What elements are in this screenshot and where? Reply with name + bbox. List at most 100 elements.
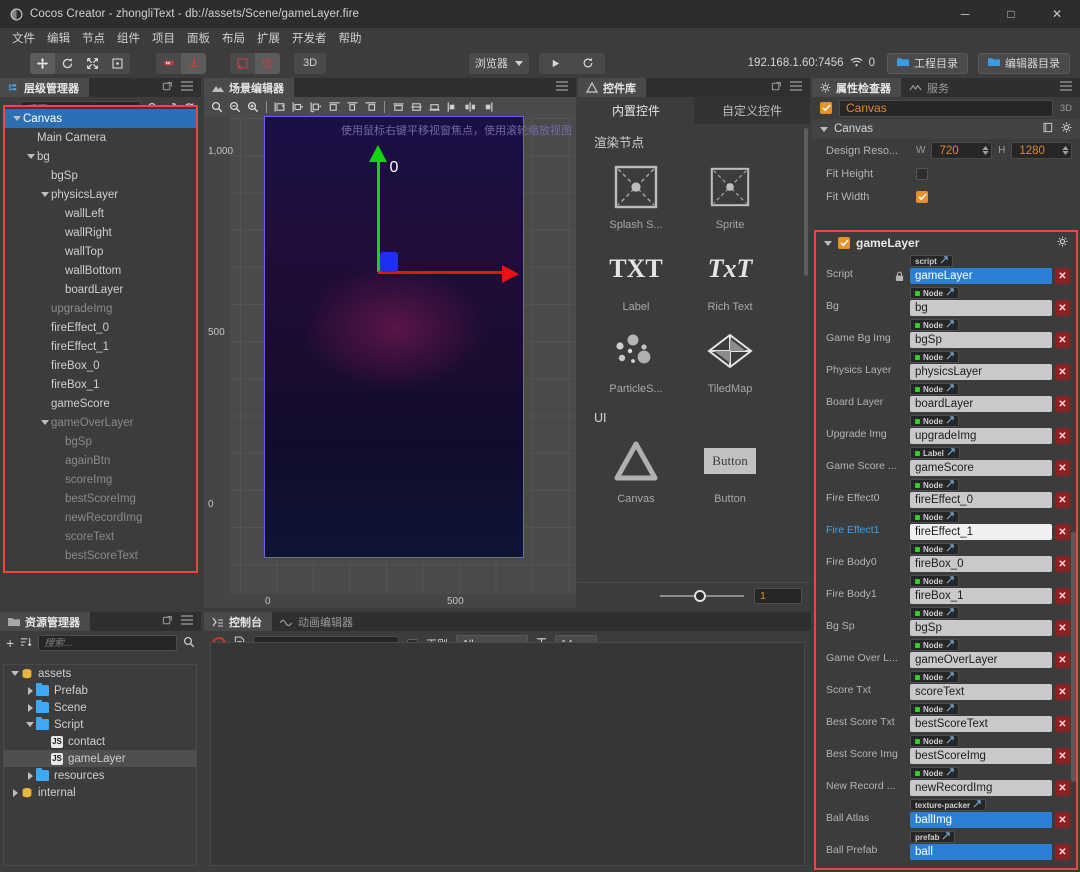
hierarchy-node-fireEffect_1[interactable]: fireEffect_1 [5, 337, 196, 356]
scale-tool-icon[interactable] [80, 53, 105, 74]
property-value[interactable]: bestScoreImg [910, 748, 1052, 764]
clear-property-icon[interactable]: ✕ [1055, 652, 1070, 668]
widget-tiledmap[interactable]: TiledMap [696, 325, 764, 395]
property-value[interactable]: boardLayer [910, 396, 1052, 412]
widget-zoom-slider[interactable] [660, 595, 744, 597]
open-asset-icon[interactable] [946, 736, 954, 746]
widget-splash-sprite[interactable]: Splash S... [602, 161, 670, 231]
chevron-down-icon[interactable] [39, 192, 51, 197]
node-gizmo-icon[interactable] [230, 53, 255, 74]
fit-width-checkbox[interactable] [916, 191, 928, 203]
clear-property-icon[interactable]: ✕ [1055, 428, 1070, 444]
hierarchy-node-fireBox_1[interactable]: fireBox_1 [5, 375, 196, 394]
clear-property-icon[interactable]: ✕ [1055, 524, 1070, 540]
property-value[interactable]: ballImg [910, 812, 1052, 828]
clear-property-icon[interactable]: ✕ [1055, 300, 1070, 316]
hierarchy-node-scoreImg[interactable]: scoreImg [5, 470, 196, 489]
open-asset-icon[interactable] [946, 576, 954, 586]
play-button[interactable] [539, 53, 572, 74]
property-value[interactable]: bgSp [910, 332, 1052, 348]
hierarchy-node-bgSp[interactable]: bgSp [5, 432, 196, 451]
asset-item-assets[interactable]: assets [4, 665, 196, 682]
pivot-toggle-icon[interactable] [156, 53, 181, 74]
clear-property-icon[interactable]: ✕ [1055, 748, 1070, 764]
zoom-in-icon[interactable] [244, 98, 261, 115]
search-icon-assets[interactable] [183, 636, 195, 651]
preview-target-select[interactable]: 浏览器 [469, 53, 529, 74]
tab-animation-editor[interactable]: 动画编辑器 [272, 612, 363, 631]
property-value[interactable]: newRecordImg [910, 780, 1052, 796]
hierarchy-node-wallTop[interactable]: wallTop [5, 242, 196, 261]
open-asset-icon[interactable] [946, 704, 954, 714]
maximize-button[interactable]: □ [988, 0, 1034, 28]
node-enabled-checkbox[interactable] [820, 102, 832, 114]
property-value[interactable]: fireBox_1 [910, 588, 1052, 604]
asset-item-gameLayer[interactable]: JSgameLayer [4, 750, 196, 767]
menu-edit[interactable]: 编辑 [41, 28, 76, 48]
hierarchy-node-bestScoreImg[interactable]: bestScoreImg [5, 489, 196, 508]
menu-panel[interactable]: 面板 [181, 28, 216, 48]
distribute-left-icon[interactable] [444, 98, 461, 115]
clear-property-icon[interactable]: ✕ [1055, 492, 1070, 508]
open-asset-icon[interactable] [942, 832, 950, 842]
hierarchy-node-gameScore[interactable]: gameScore [5, 394, 196, 413]
clear-property-icon[interactable]: ✕ [1055, 588, 1070, 604]
node-name-field[interactable]: Canvas [839, 100, 1053, 117]
chevron-down-icon-gamelayer[interactable] [824, 241, 832, 246]
asset-item-Script[interactable]: Script [4, 716, 196, 733]
property-value[interactable]: gameScore [910, 460, 1052, 476]
canvas-component-header[interactable]: Canvas [812, 119, 1080, 139]
scene-viewport[interactable]: 0 1,000 500 0 0 500 使用鼠标右键平移视窗焦点，使用滚轮缩放视… [204, 116, 576, 608]
close-button[interactable]: ✕ [1034, 0, 1080, 28]
property-value[interactable]: ball [910, 844, 1052, 860]
menu-project[interactable]: 项目 [146, 28, 181, 48]
open-asset-icon[interactable] [946, 352, 954, 362]
tab-assets[interactable]: 资源管理器 [0, 612, 90, 631]
clear-property-icon[interactable]: ✕ [1055, 268, 1070, 284]
inspector-scrollbar[interactable] [1071, 232, 1076, 868]
sort-icon[interactable] [20, 636, 32, 651]
tab-hierarchy[interactable]: 层级管理器 [0, 78, 89, 97]
clear-property-icon[interactable]: ✕ [1055, 684, 1070, 700]
fit-height-checkbox[interactable] [916, 168, 928, 180]
widget-canvas[interactable]: Canvas [602, 435, 670, 505]
open-asset-icon[interactable] [946, 288, 954, 298]
property-value[interactable]: scoreText [910, 684, 1052, 700]
distribute-center-icon[interactable] [462, 98, 479, 115]
widget-particle-system[interactable]: ParticleS... [602, 325, 670, 395]
clear-property-icon[interactable]: ✕ [1055, 396, 1070, 412]
widget-list-scrollbar[interactable] [804, 128, 808, 276]
menu-help[interactable]: 帮助 [333, 28, 368, 48]
design-height-input[interactable]: 1280 [1011, 142, 1072, 159]
ball-node[interactable] [380, 252, 398, 272]
hierarchy-node-upgradeImg[interactable]: upgradeImg [5, 299, 196, 318]
hierarchy-node-Main Camera[interactable]: Main Camera [5, 128, 196, 147]
property-value[interactable]: bgSp [910, 620, 1052, 636]
align-left-icon[interactable] [272, 98, 289, 115]
assets-search-input[interactable] [44, 638, 171, 649]
hamburger-menu-icon-assets[interactable] [181, 615, 193, 628]
open-asset-icon[interactable] [946, 320, 954, 330]
chevron-down-icon[interactable] [9, 671, 21, 676]
hierarchy-node-fireEffect_0[interactable]: fireEffect_0 [5, 318, 196, 337]
clear-property-icon[interactable]: ✕ [1055, 812, 1070, 828]
canvas-help-icon[interactable] [1043, 122, 1055, 136]
property-value[interactable]: physicsLayer [910, 364, 1052, 380]
hierarchy-tree[interactable]: CanvasMain CamerabgbgSpphysicsLayerwallL… [5, 107, 196, 571]
distribute-bottom-icon[interactable] [426, 98, 443, 115]
menu-layout[interactable]: 布局 [216, 28, 251, 48]
clear-property-icon[interactable]: ✕ [1055, 780, 1070, 796]
distribute-top-icon[interactable] [390, 98, 407, 115]
tab-properties[interactable]: 属性检查器 [812, 78, 901, 97]
coordinate-toggle-icon[interactable] [181, 53, 206, 74]
clear-property-icon[interactable]: ✕ [1055, 620, 1070, 636]
widget-zoom-value[interactable]: 1 [754, 588, 802, 604]
asset-item-internal[interactable]: internal [4, 784, 196, 801]
clear-property-icon[interactable]: ✕ [1055, 460, 1070, 476]
design-width-input[interactable]: 720 [931, 142, 992, 159]
open-asset-icon[interactable] [973, 800, 981, 810]
asset-item-contact[interactable]: JScontact [4, 733, 196, 750]
widget-button[interactable]: Button Button [696, 435, 764, 505]
clear-property-icon[interactable]: ✕ [1055, 716, 1070, 732]
tab-widget-library[interactable]: 控件库 [578, 78, 646, 97]
